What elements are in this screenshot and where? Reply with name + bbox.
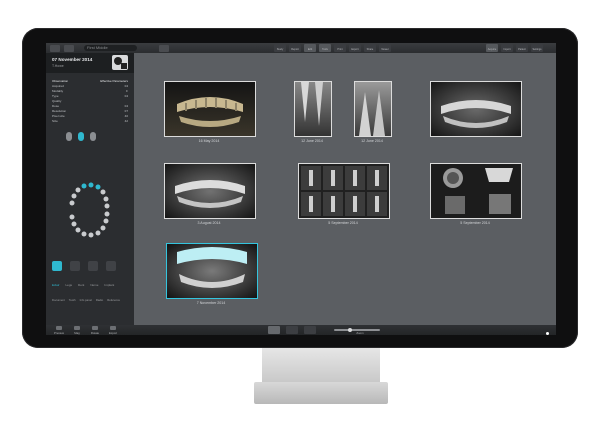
dental-logo-icon [114,57,127,69]
mode-intraoral-icon[interactable] [52,261,62,271]
image-grid: 16 May 2014 12 June 2014 12 June 2014 3 … [134,53,556,325]
avatar[interactable] [112,55,128,70]
tooth-view-selector [66,132,134,141]
xray-image [441,100,511,128]
tooth-view-right-icon[interactable] [90,132,96,141]
study-date: 07 November 2014 [52,57,93,62]
cbct-3d-image [443,168,513,214]
cbct-3d-view[interactable] [430,163,522,219]
sidebar-header: 07 November 2014 T.Howe [46,53,134,73]
patient-icon[interactable] [64,44,74,52]
export-button[interactable]: Export [106,326,120,335]
rotate-button[interactable]: Rotate [88,326,102,335]
export-label: Export [108,331,118,335]
info-panel: Observation Effective Parameters Acquire… [52,79,128,124]
tab-dent[interactable]: Dent [78,283,84,287]
sidebar-tabs: Eclair Legs Dent Nerve Implant [52,283,114,287]
info-value: 42 [124,119,128,123]
footer-document[interactable]: Document [52,298,65,302]
thumbnail-caption: 12 June 2014 [361,139,383,143]
toolbar-right: Acquire Import Patient Settings [486,44,543,52]
top-toolbar: First Middle Study Report Edit Tools Pri… [46,43,556,53]
info-label: Size [52,119,58,123]
panoramic-xray-selected[interactable] [166,243,258,299]
tooth-view-center-icon[interactable] [78,132,84,141]
power-led-icon [546,332,549,335]
export-icon [110,326,116,330]
rotate-label: Rotate [90,331,100,335]
cbct-slices[interactable] [298,163,390,219]
patient-button[interactable]: Patient [516,44,528,52]
mag-icon [74,326,80,330]
tab-eclair[interactable]: Eclair [52,283,60,287]
toolbar-export-button[interactable]: Export [349,44,361,52]
footer-info-panel[interactable]: Info panel [80,298,92,302]
dental-arch-chart[interactable] [64,181,114,241]
monitor-stand-neck [262,348,380,382]
thumbnail-caption: 7 November 2014 [196,301,226,305]
mode-selector [52,261,116,271]
tab-implant[interactable]: Implant [104,283,114,287]
back-icon[interactable] [50,44,60,52]
grid-view-icon[interactable] [268,326,280,334]
toolbar-report-button[interactable]: Report [289,44,301,52]
tooth-view-left-icon[interactable] [66,132,72,141]
info-value: 04 [124,94,128,98]
search-input[interactable]: First Middle [84,45,137,51]
xray-image [359,90,385,136]
toolbar-center: Study Report Edit Tools Print Export Sha… [274,44,391,52]
tab-nerve[interactable]: Nerve [90,283,98,287]
footer-tooth[interactable]: Tooth [69,298,76,302]
sidebar-footer: Document Tooth Info panel Radio Referenc… [52,298,120,302]
mode-face-icon[interactable] [88,261,98,271]
list-view-icon[interactable] [286,326,298,334]
xray-image [175,180,245,208]
import-button[interactable]: Import [501,44,513,52]
intraoral-photo[interactable] [164,81,256,137]
toolbar-share-button[interactable]: Share [364,44,376,52]
app-screen: First Middle Study Report Edit Tools Pri… [46,43,556,335]
patient-name: T.Howe [52,64,64,68]
cbct-grid-image [301,166,387,216]
thumbnail-caption: 5 September 2014 [460,221,490,225]
tab-legs[interactable]: Legs [66,283,73,287]
periapical-xray[interactable] [294,81,332,137]
panoramic-xray[interactable] [430,81,522,137]
footer-reference[interactable]: Reference [107,298,120,302]
panoramic-xray[interactable] [164,163,256,219]
mode-tooth-icon[interactable] [70,261,80,271]
preview-button[interactable]: Preview [52,326,66,335]
thumbnail-caption: 16 May 2014 [198,139,220,143]
toolbar-study-button[interactable]: Study [274,44,286,52]
acquire-button[interactable]: Acquire [486,44,498,52]
mode-skull-icon[interactable] [106,261,116,271]
monitor-stand-base [254,382,388,404]
toolbar-tools-button[interactable]: Tools [319,44,331,52]
toolbar-viewer-button[interactable]: Viewer [379,44,391,52]
settings-button[interactable]: Settings [531,44,543,52]
user-icon[interactable] [159,44,169,52]
xray-image [301,82,323,126]
toolbar-edit-button[interactable]: Edit [304,44,316,52]
monitor-bezel: First Middle Study Report Edit Tools Pri… [22,28,578,348]
bottom-toolbar: Preview Mag Rotate Export Zoom [46,325,556,335]
zoom-label: Zoom [356,331,364,335]
periapical-xray[interactable] [354,81,392,137]
thumbnail-caption: 12 June 2014 [301,139,323,143]
toolbar-print-button[interactable]: Print [334,44,346,52]
teeth-photo-image [177,97,243,127]
preview-label: Preview [54,331,64,335]
rotate-icon [92,326,98,330]
xray-image [177,247,247,288]
mag-label: Mag [74,331,80,335]
thumbnail-caption: 5 September 2014 [328,221,358,225]
single-view-icon[interactable] [304,326,316,334]
mag-button[interactable]: Mag [70,326,84,335]
thumbnail-caption: 3 August 2014 [197,221,221,225]
preview-icon [56,326,62,330]
footer-radio[interactable]: Radio [96,298,103,302]
